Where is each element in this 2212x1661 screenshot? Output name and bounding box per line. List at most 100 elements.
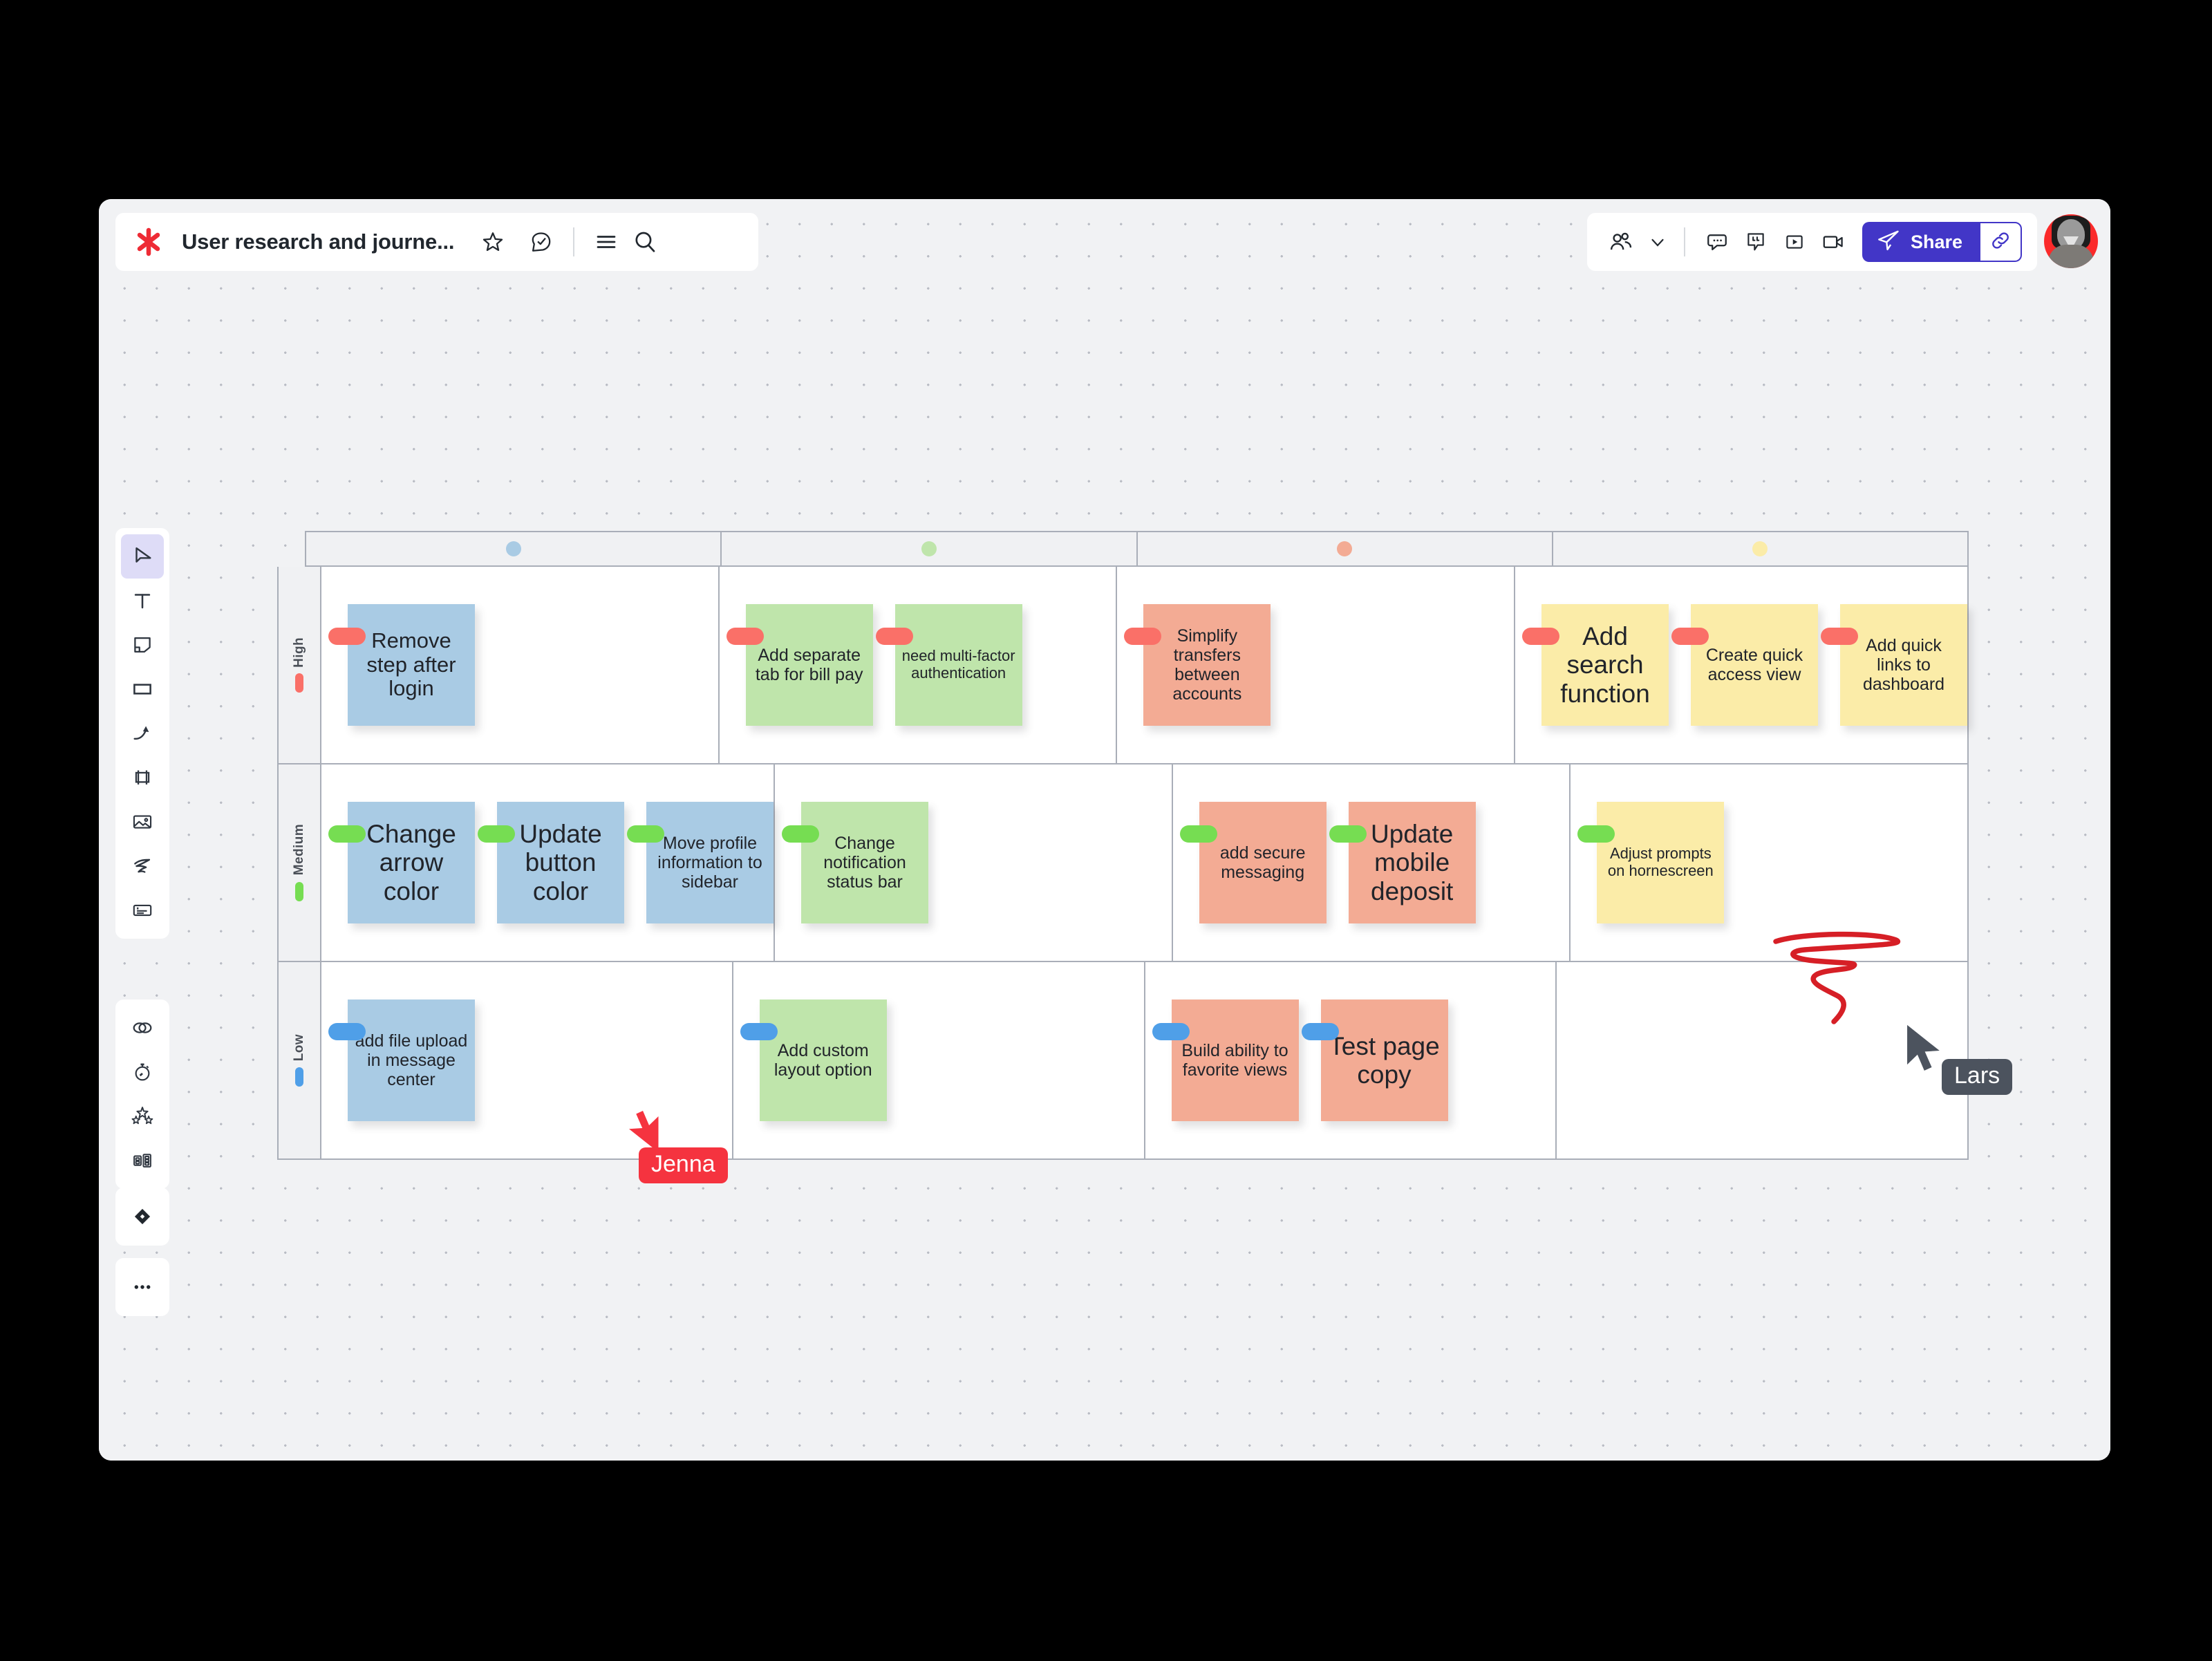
diamond-icon[interactable] bbox=[121, 1194, 164, 1239]
sticky-note[interactable]: Simplify transfers between accounts bbox=[1124, 604, 1271, 726]
sticky-note[interactable]: Add quick links to dashboard bbox=[1821, 604, 1968, 726]
sticky-note-tag[interactable] bbox=[740, 1023, 778, 1040]
star-icon[interactable] bbox=[474, 223, 512, 261]
grid-cell[interactable]: add secure messaging Update mobile deposi… bbox=[1173, 764, 1571, 961]
sticky-note-text: Change arrow color bbox=[366, 819, 456, 905]
sticky-note[interactable]: Create quick access view bbox=[1671, 604, 1819, 726]
sticky-note-tag[interactable] bbox=[1671, 628, 1709, 645]
share-button[interactable]: Share bbox=[1862, 222, 1979, 262]
grid-cell[interactable]: Change notification status bar bbox=[775, 764, 1173, 961]
column-yellow[interactable] bbox=[1553, 532, 1967, 565]
video-camera-icon[interactable] bbox=[1814, 223, 1853, 261]
grid-cell[interactable]: Simplify transfers between accounts bbox=[1117, 567, 1516, 763]
row-label-high[interactable]: High bbox=[279, 567, 321, 763]
image-icon[interactable] bbox=[121, 800, 164, 844]
sticky-note-text: Change notification status bar bbox=[823, 834, 906, 892]
frame-tool[interactable] bbox=[121, 756, 164, 800]
grid-cell[interactable]: Adjust prompts on hornescreen bbox=[1571, 764, 1967, 961]
column-green[interactable] bbox=[722, 532, 1138, 565]
sticky-note[interactable]: Move profile information to sidebar bbox=[627, 802, 774, 923]
copy-link-button[interactable] bbox=[1979, 222, 2022, 262]
sticky-note[interactable]: Add search function bbox=[1522, 604, 1669, 726]
sticky-note-tag[interactable] bbox=[1329, 825, 1367, 843]
search-icon[interactable] bbox=[626, 223, 664, 261]
mural-asterisk-logo[interactable] bbox=[133, 227, 164, 257]
approve-check-icon[interactable] bbox=[522, 223, 561, 261]
column-red[interactable] bbox=[1138, 532, 1553, 565]
sticky-note[interactable]: add secure messaging bbox=[1179, 802, 1327, 923]
avatar[interactable] bbox=[2044, 214, 2098, 268]
sticky-note-text: add secure messaging bbox=[1219, 843, 1306, 882]
grid-cell[interactable]: Change arrow color Update button color Mov… bbox=[321, 764, 775, 961]
sticky-note-tag[interactable] bbox=[782, 825, 819, 843]
grid-cell[interactable]: Add separate tab for bill pay need multi-… bbox=[720, 567, 1118, 763]
sticky-note[interactable]: Remove step after login bbox=[328, 604, 475, 726]
connector-tool[interactable] bbox=[121, 711, 164, 756]
sticky-note[interactable]: Test page copy bbox=[1301, 1000, 1448, 1121]
row-label-text: Low bbox=[292, 1033, 306, 1062]
row-cells: Remove step after login Add separate tab … bbox=[321, 567, 1968, 763]
grid-cell[interactable]: Add custom layout option bbox=[733, 962, 1145, 1158]
three-stars-icon[interactable] bbox=[121, 1094, 164, 1138]
grid-row: High Remove step after login Add separate … bbox=[279, 567, 1968, 764]
sticky-note-tag[interactable] bbox=[328, 628, 366, 645]
topbar-left: User research and journe... bbox=[115, 213, 758, 271]
hamburger-menu-icon[interactable] bbox=[587, 223, 626, 261]
sticky-note-text: Remove step after login bbox=[366, 628, 456, 701]
priority-matrix-grid: High Remove step after login Add separate … bbox=[277, 531, 1969, 1160]
chat-bubble-icon[interactable] bbox=[1698, 223, 1736, 261]
row-label-low[interactable]: Low bbox=[279, 962, 321, 1158]
row-label-text: High bbox=[292, 637, 306, 668]
sticky-note[interactable]: Update mobile deposit bbox=[1329, 802, 1476, 923]
quote-bubble-icon[interactable] bbox=[1736, 223, 1775, 261]
sticky-note[interactable]: Add custom layout option bbox=[740, 1000, 887, 1121]
two-cards-icon[interactable] bbox=[121, 1138, 164, 1183]
select-tool[interactable] bbox=[121, 534, 164, 579]
column-color-dot bbox=[1337, 541, 1353, 556]
sticky-note-tag[interactable] bbox=[1577, 825, 1615, 843]
sticky-note-text: Add quick links to dashboard bbox=[1862, 636, 1945, 694]
sticky-note[interactable]: Change arrow color bbox=[328, 802, 475, 923]
cursor-label-lars: Lars bbox=[1942, 1059, 2013, 1095]
draw-tool[interactable] bbox=[121, 844, 164, 888]
play-box-icon[interactable] bbox=[1775, 223, 1814, 261]
shape-tool[interactable] bbox=[121, 667, 164, 711]
text-tool[interactable] bbox=[121, 579, 164, 623]
sticky-note-tag[interactable] bbox=[328, 1023, 366, 1040]
grid-cell[interactable]: Build ability to favorite views Test page… bbox=[1145, 962, 1557, 1158]
sticky-note-tag[interactable] bbox=[1301, 1023, 1339, 1040]
sticky-note[interactable]: Build ability to favorite views bbox=[1152, 1000, 1299, 1121]
people-dropdown[interactable] bbox=[1602, 223, 1671, 261]
row-label-medium[interactable]: Medium bbox=[279, 764, 321, 961]
sticky-note-tag[interactable] bbox=[1821, 628, 1859, 645]
grid-cell[interactable]: Add search function Create quick access v… bbox=[1515, 567, 1968, 763]
app-window: User research and journe... Share High R… bbox=[99, 199, 2110, 1461]
sticky-note-tag[interactable] bbox=[875, 628, 913, 645]
sticky-note[interactable]: Change notification status bar bbox=[782, 802, 928, 923]
grid-cell[interactable]: add file upload in message center bbox=[321, 962, 733, 1158]
sticky-note[interactable]: Adjust prompts on hornescreen bbox=[1577, 802, 1725, 923]
venn-circles-icon[interactable] bbox=[121, 1006, 164, 1050]
column-blue[interactable] bbox=[306, 532, 722, 565]
sticky-note-tag[interactable] bbox=[1152, 1023, 1190, 1040]
sticky-note[interactable]: need multi-factor authentication bbox=[875, 604, 1022, 726]
card-lines-icon[interactable] bbox=[121, 888, 164, 932]
page-title[interactable]: User research and journe... bbox=[182, 229, 455, 254]
sticky-note[interactable]: add file upload in message center bbox=[328, 1000, 475, 1121]
sticky-note-tag[interactable] bbox=[478, 825, 515, 843]
stopwatch-icon[interactable] bbox=[121, 1050, 164, 1094]
sticky-note-tag[interactable] bbox=[1124, 628, 1162, 645]
grid-cell[interactable]: Remove step after login bbox=[321, 567, 720, 763]
sticky-note-tool[interactable] bbox=[121, 623, 164, 667]
sticky-note[interactable]: Add separate tab for bill pay bbox=[726, 604, 873, 726]
sticky-note-tag[interactable] bbox=[627, 825, 664, 843]
sticky-note-tag[interactable] bbox=[1522, 628, 1560, 645]
sticky-note-tag[interactable] bbox=[1179, 825, 1217, 843]
sticky-note-tag[interactable] bbox=[726, 628, 764, 645]
sticky-note-tag[interactable] bbox=[328, 825, 366, 843]
row-label-text: Medium bbox=[292, 824, 306, 876]
sticky-note[interactable]: Update button color bbox=[478, 802, 624, 923]
cursor-lars: Lars bbox=[1903, 1022, 2013, 1095]
ellipsis-icon[interactable] bbox=[121, 1265, 164, 1309]
sticky-note-text: Build ability to favorite views bbox=[1181, 1041, 1288, 1080]
